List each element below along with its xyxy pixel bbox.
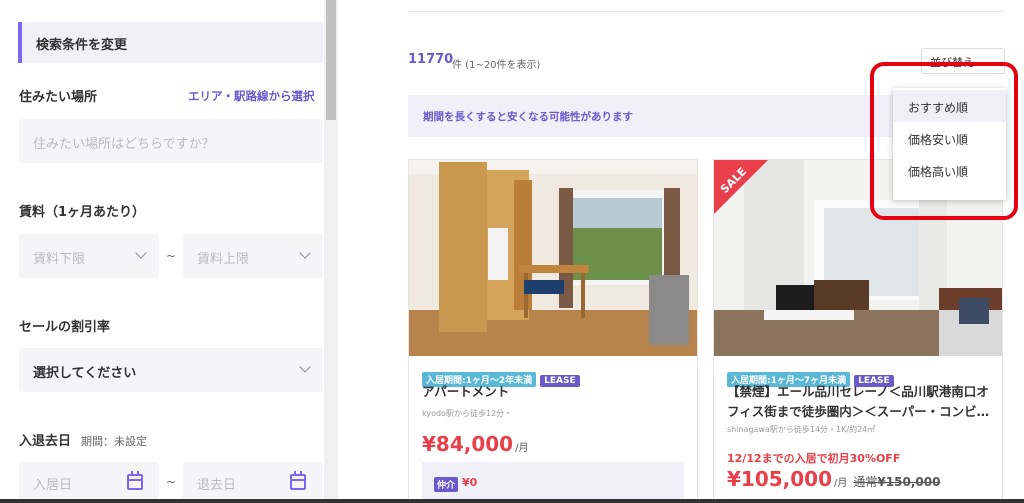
listing-access: shinagawa駅から徒歩14分・1K/約24㎡ bbox=[727, 425, 876, 434]
result-count-sub: 件 (1~20件を表示) bbox=[452, 60, 541, 71]
calendar-icon[interactable] bbox=[290, 471, 306, 490]
regular-price: 通常¥150,000 bbox=[853, 475, 940, 489]
listing-price: ¥105,000/月 通常¥150,000 bbox=[727, 467, 940, 491]
move-out-date-input[interactable]: 退去日 bbox=[183, 462, 323, 503]
discount-select[interactable]: 選択してください bbox=[19, 348, 323, 392]
area-station-link[interactable]: エリア・駅路線から選択 bbox=[188, 88, 315, 104]
promo-text: 12/12までの入居で初月30%OFF bbox=[727, 452, 901, 465]
price-unit: /月 bbox=[834, 478, 848, 489]
location-placeholder: 住みたい場所はどちらですか？ bbox=[33, 137, 215, 152]
rent-min-select[interactable]: 賃料下限 bbox=[19, 234, 159, 278]
sidebar-scrollbar-thumb[interactable] bbox=[326, 0, 336, 120]
rent-max-placeholder: 賃料上限 bbox=[197, 252, 250, 267]
fee-box: 仲介 ¥0 bbox=[422, 462, 684, 502]
sidebar-header-title: 検索条件を変更 bbox=[36, 38, 128, 53]
fee-badge: 仲介 bbox=[434, 477, 459, 492]
move-out-placeholder: 退去日 bbox=[197, 478, 237, 493]
move-in-date-input[interactable]: 入居日 bbox=[19, 462, 159, 503]
regular-price-value: ¥150,000 bbox=[877, 475, 941, 489]
annotation-highlight bbox=[870, 62, 1018, 220]
listing-title[interactable]: 【禁煙】エール品川セレーノ＜品川駅港南口オフィス街まで徒歩圏内＞＜スーパー・コン… bbox=[727, 382, 995, 422]
chevron-down-icon bbox=[135, 247, 147, 259]
discount-label: セールの割引率 bbox=[19, 320, 111, 335]
regular-label: 通常 bbox=[853, 475, 878, 489]
window-bottom-edge bbox=[0, 499, 1024, 503]
discount-value: 選択してください bbox=[33, 366, 137, 381]
price-unit: /月 bbox=[515, 443, 529, 454]
listing-photo[interactable] bbox=[409, 160, 697, 356]
price-value: ¥84,000 bbox=[422, 432, 514, 456]
chevron-down-icon bbox=[299, 247, 311, 259]
fee-value: ¥0 bbox=[462, 476, 478, 489]
dates-period: 期間：未設定 bbox=[81, 435, 148, 448]
sidebar-header: 検索条件を変更 bbox=[18, 22, 323, 63]
location-label: 住みたい場所 bbox=[19, 90, 98, 105]
result-count: 11770 bbox=[408, 52, 454, 67]
move-in-placeholder: 入居日 bbox=[33, 478, 73, 493]
divider bbox=[408, 11, 1004, 12]
range-tilde: ~ bbox=[166, 475, 177, 489]
listing-title[interactable]: アパートメント bbox=[422, 382, 690, 402]
listing-card[interactable]: 入居期間:1ヶ月〜2年未満 LEASE アパートメント kyodo駅から徒歩12分… bbox=[408, 159, 698, 503]
chevron-down-icon bbox=[299, 361, 311, 373]
price-value: ¥105,000 bbox=[727, 467, 833, 491]
notice-text: 期間を長くすると安くなる可能性があります bbox=[423, 111, 633, 123]
location-input[interactable]: 住みたい場所はどちらですか？ bbox=[19, 119, 323, 163]
room-photo bbox=[409, 160, 697, 356]
dates-label: 入退去日 期間：未設定 bbox=[19, 430, 147, 449]
listing-price: ¥84,000/月 bbox=[422, 432, 528, 456]
rent-max-select[interactable]: 賃料上限 bbox=[183, 234, 323, 278]
range-tilde: ~ bbox=[166, 249, 177, 263]
calendar-icon[interactable] bbox=[127, 471, 143, 490]
rent-min-placeholder: 賃料下限 bbox=[33, 252, 86, 267]
listing-access: kyodo駅から徒歩12分・ bbox=[422, 409, 513, 418]
rent-label: 賃料（1ヶ月あたり） bbox=[19, 205, 146, 220]
search-sidebar: 検索条件を変更 住みたい場所 エリア・駅路線から選択 住みたい場所はどちらですか… bbox=[0, 0, 338, 503]
dates-label-text: 入退去日 bbox=[19, 434, 72, 449]
